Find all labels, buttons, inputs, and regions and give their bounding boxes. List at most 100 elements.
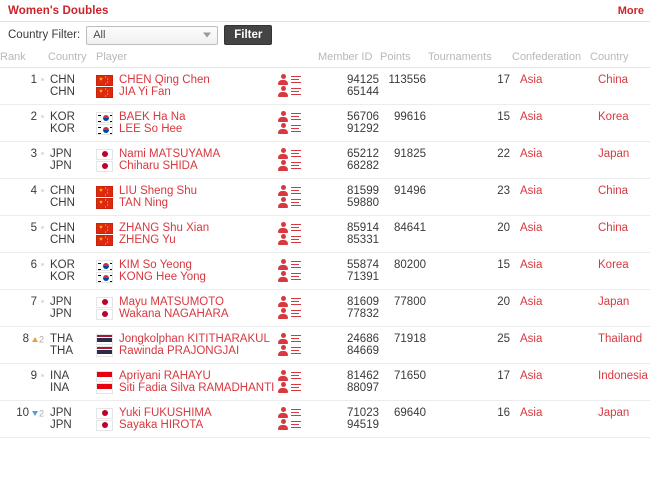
- country-name-link[interactable]: China: [590, 222, 628, 234]
- list-icon[interactable]: [291, 87, 301, 97]
- country-name-link[interactable]: Japan: [590, 407, 629, 419]
- person-icon[interactable]: [278, 123, 288, 134]
- list-icon[interactable]: [291, 149, 301, 159]
- list-icon[interactable]: [291, 420, 301, 430]
- person-icon[interactable]: [278, 185, 288, 196]
- player-name-link[interactable]: Siti Fadia Silva RAMADHANTI: [119, 382, 274, 394]
- country-name-link[interactable]: China: [590, 74, 628, 86]
- player-action-icons: [278, 296, 318, 307]
- player-name-link[interactable]: Chiharu SHIDA: [119, 160, 198, 172]
- confederation-link[interactable]: Asia: [512, 111, 542, 123]
- list-icon[interactable]: [291, 346, 301, 356]
- list-icon[interactable]: [291, 75, 301, 85]
- player-name-link[interactable]: Apriyani RAHAYU: [119, 370, 211, 382]
- column-header-member-id[interactable]: Member ID: [318, 48, 380, 68]
- person-icon[interactable]: [278, 259, 288, 270]
- column-header-rank[interactable]: Rank: [0, 48, 48, 68]
- filter-button[interactable]: Filter: [224, 25, 273, 45]
- country-name-link[interactable]: Indonesia: [590, 370, 648, 382]
- list-icon[interactable]: [291, 223, 301, 233]
- person-icon[interactable]: [278, 407, 288, 418]
- person-icon[interactable]: [278, 160, 288, 171]
- player-name-link[interactable]: KONG Hee Yong: [119, 271, 206, 283]
- table-header: Rank Country Player Member ID Points Tou…: [0, 48, 650, 68]
- player-name-link[interactable]: KIM So Yeong: [119, 259, 192, 271]
- player-name-link[interactable]: Yuki FUKUSHIMA: [119, 407, 212, 419]
- player-name-link[interactable]: Mayu MATSUMOTO: [119, 296, 224, 308]
- list-icon[interactable]: [291, 371, 301, 381]
- player-name-link[interactable]: Nami MATSUYAMA: [119, 148, 220, 160]
- list-icon[interactable]: [291, 235, 301, 245]
- confederation-link[interactable]: Asia: [512, 296, 542, 308]
- person-icon[interactable]: [278, 111, 288, 122]
- confederation-link[interactable]: Asia: [512, 74, 542, 86]
- list-icon[interactable]: [291, 161, 301, 171]
- person-icon[interactable]: [278, 419, 288, 430]
- confederation-link[interactable]: Asia: [512, 185, 542, 197]
- column-header-points[interactable]: Points: [380, 48, 428, 68]
- confederation-cell: Asia: [512, 253, 590, 271]
- country-name-link[interactable]: Japan: [590, 148, 629, 160]
- country-name-cell: China: [590, 179, 650, 197]
- person-icon[interactable]: [278, 333, 288, 344]
- player-name-link[interactable]: CHEN Qing Chen: [119, 74, 210, 86]
- person-icon[interactable]: [278, 370, 288, 381]
- person-icon[interactable]: [278, 296, 288, 307]
- country-name-link[interactable]: Korea: [590, 111, 629, 123]
- list-icon[interactable]: [291, 334, 301, 344]
- list-icon[interactable]: [291, 112, 301, 122]
- player-name-link[interactable]: Rawinda PRAJONGJAI: [119, 345, 239, 357]
- player-name-link[interactable]: LIU Sheng Shu: [119, 185, 197, 197]
- country-name-link[interactable]: Thailand: [590, 333, 642, 345]
- confederation-link[interactable]: Asia: [512, 259, 542, 271]
- column-header-player[interactable]: Player: [96, 48, 278, 68]
- confederation-link[interactable]: Asia: [512, 407, 542, 419]
- list-icon[interactable]: [291, 383, 301, 393]
- confederation-link[interactable]: Asia: [512, 222, 542, 234]
- column-header-tournaments[interactable]: Tournaments: [428, 48, 512, 68]
- list-icon[interactable]: [291, 186, 301, 196]
- confederation-cell: Asia: [512, 179, 590, 197]
- country-filter-select[interactable]: All: [86, 25, 219, 45]
- column-header-confederation[interactable]: Confederation: [512, 48, 590, 68]
- confederation-link[interactable]: Asia: [512, 333, 542, 345]
- column-header-country[interactable]: Country: [48, 48, 96, 68]
- player-name-link[interactable]: TAN Ning: [119, 197, 168, 209]
- list-icon[interactable]: [291, 198, 301, 208]
- player-name-link[interactable]: Wakana NAGAHARA: [119, 308, 229, 320]
- list-icon[interactable]: [291, 297, 301, 307]
- person-icon[interactable]: [278, 222, 288, 233]
- list-icon[interactable]: [291, 272, 301, 282]
- more-link[interactable]: More: [618, 5, 644, 17]
- player-name-link[interactable]: ZHENG Yu: [119, 234, 176, 246]
- confederation-link[interactable]: Asia: [512, 148, 542, 160]
- list-icon[interactable]: [291, 408, 301, 418]
- confederation-link[interactable]: Asia: [512, 370, 542, 382]
- flag-icon-ina: [96, 370, 113, 382]
- player-name-link[interactable]: JIA Yi Fan: [119, 86, 171, 98]
- person-icon[interactable]: [278, 197, 288, 208]
- person-icon[interactable]: [278, 308, 288, 319]
- country-code-cell: INA: [48, 382, 96, 401]
- person-icon[interactable]: [278, 382, 288, 393]
- column-header-country-full[interactable]: Country: [590, 48, 650, 68]
- player-name-link[interactable]: Jongkolphan KITITHARAKUL: [119, 333, 270, 345]
- country-name-link[interactable]: China: [590, 185, 628, 197]
- person-icon[interactable]: [278, 234, 288, 245]
- player-name-link[interactable]: Sayaka HIROTA: [119, 419, 203, 431]
- person-icon[interactable]: [278, 86, 288, 97]
- country-name-link[interactable]: Japan: [590, 296, 629, 308]
- person-icon[interactable]: [278, 271, 288, 282]
- player-name-link[interactable]: BAEK Ha Na: [119, 111, 185, 123]
- player-name-link[interactable]: LEE So Hee: [119, 123, 182, 135]
- person-icon[interactable]: [278, 345, 288, 356]
- person-icon[interactable]: [278, 74, 288, 85]
- person-icon[interactable]: [278, 148, 288, 159]
- country-name-link[interactable]: Korea: [590, 259, 629, 271]
- player-name-link[interactable]: ZHANG Shu Xian: [119, 222, 209, 234]
- tournaments-cell: [428, 345, 512, 364]
- list-icon[interactable]: [291, 124, 301, 134]
- player-cell: BAEK Ha Na: [96, 105, 278, 123]
- list-icon[interactable]: [291, 309, 301, 319]
- list-icon[interactable]: [291, 260, 301, 270]
